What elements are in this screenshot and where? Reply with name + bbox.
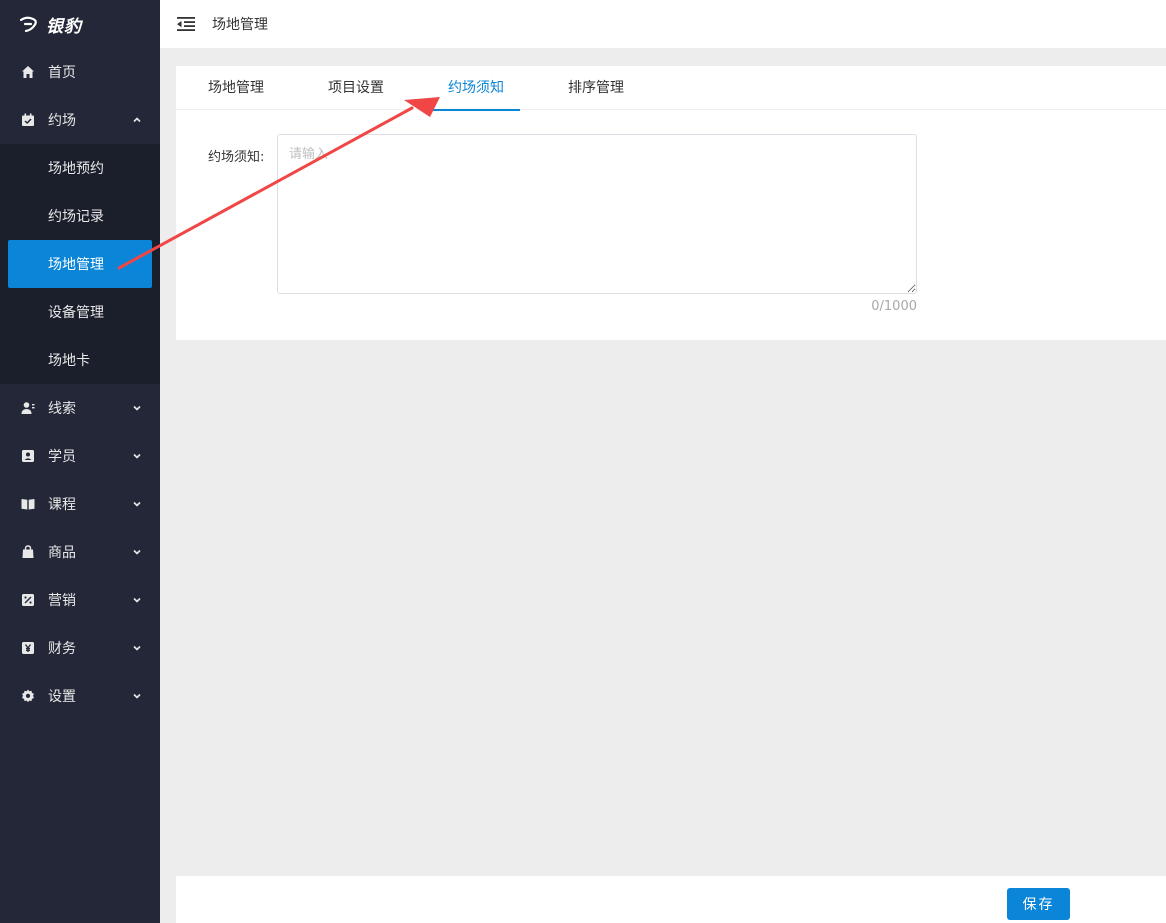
gear-icon — [21, 689, 35, 703]
sidebar-item-courses[interactable]: 课程 — [0, 480, 160, 528]
top-header: 场地管理 — [160, 0, 1166, 48]
tab-sort-management[interactable]: 排序管理 — [568, 66, 624, 110]
sidebar-subitem-venue-management[interactable]: 场地管理 — [8, 240, 152, 288]
calendar-check-icon — [21, 113, 35, 127]
sidebar-item-finance[interactable]: 财务 — [0, 624, 160, 672]
sidebar-item-products[interactable]: 商品 — [0, 528, 160, 576]
bag-icon — [21, 545, 35, 559]
chevron-down-icon — [132, 499, 142, 509]
sidebar-item-label: 课程 — [48, 497, 76, 513]
footer-bar: 保存 — [176, 876, 1166, 923]
home-icon — [21, 65, 35, 79]
chevron-down-icon — [132, 403, 142, 413]
main-card: 场地管理 项目设置 约场须知 排序管理 约场须知: 0/1000 — [176, 66, 1166, 340]
sidebar-item-label: 约场 — [48, 113, 76, 129]
logo-mark: 银豹 — [20, 12, 82, 37]
sidebar-subitem-booking-records[interactable]: 约场记录 — [0, 192, 160, 240]
tab-booking-notice[interactable]: 约场须知 — [432, 66, 520, 111]
sidebar: 银豹 首页 约场 场地预约 约场记录 场地管理 设备管理 场地卡 线索 学员 课… — [0, 0, 160, 923]
tab-venue-management[interactable]: 场地管理 — [208, 66, 264, 110]
student-card-icon — [21, 449, 35, 463]
chevron-down-icon — [132, 451, 142, 461]
sidebar-item-students[interactable]: 学员 — [0, 432, 160, 480]
percent-icon — [21, 593, 35, 607]
sidebar-menu: 首页 约场 场地预约 约场记录 场地管理 设备管理 场地卡 线索 学员 课程 商… — [0, 48, 160, 720]
sidebar-subitem-equipment-management[interactable]: 设备管理 — [0, 288, 160, 336]
submenu: 场地预约 约场记录 场地管理 设备管理 场地卡 — [0, 144, 160, 384]
character-counter: 0/1000 — [871, 299, 917, 314]
sidebar-item-label: 财务 — [48, 641, 76, 657]
booking-notice-textarea[interactable] — [277, 134, 917, 294]
sidebar-item-booking[interactable]: 约场 — [0, 96, 160, 144]
sidebar-subitem-venue-card[interactable]: 场地卡 — [0, 336, 160, 384]
sidebar-item-label: 首页 — [48, 65, 76, 81]
sidebar-item-label: 设置 — [48, 689, 76, 705]
sidebar-item-marketing[interactable]: 营销 — [0, 576, 160, 624]
yen-icon — [21, 641, 35, 655]
sidebar-item-label: 学员 — [48, 449, 76, 465]
sidebar-submenu-booking: 场地预约 约场记录 场地管理 设备管理 场地卡 — [0, 144, 160, 384]
chevron-up-icon — [132, 115, 142, 125]
menu-fold-icon[interactable] — [177, 16, 195, 32]
sidebar-subitem-venue-reservation[interactable]: 场地预约 — [0, 144, 160, 192]
sidebar-item-label: 商品 — [48, 545, 76, 561]
sidebar-item-settings[interactable]: 设置 — [0, 672, 160, 720]
booking-notice-label: 约场须知: — [208, 150, 265, 165]
chevron-down-icon — [132, 595, 142, 605]
tab-project-settings[interactable]: 项目设置 — [328, 66, 384, 110]
sidebar-item-label: 营销 — [48, 593, 76, 609]
chevron-down-icon — [132, 547, 142, 557]
chevron-down-icon — [132, 643, 142, 653]
sidebar-item-home[interactable]: 首页 — [0, 48, 160, 96]
logo[interactable]: 银豹 — [0, 0, 160, 48]
tab-bar: 场地管理 项目设置 约场须知 排序管理 — [176, 66, 1166, 111]
breadcrumb: 场地管理 — [212, 17, 268, 33]
user-lead-icon — [21, 401, 35, 415]
logo-text: 银豹 — [46, 16, 82, 37]
sidebar-item-leads[interactable]: 线索 — [0, 384, 160, 432]
sidebar-item-label: 线索 — [48, 401, 76, 417]
logo-icon — [20, 16, 37, 32]
chevron-down-icon — [132, 691, 142, 701]
book-icon — [21, 497, 35, 511]
save-button[interactable]: 保存 — [1007, 888, 1070, 920]
